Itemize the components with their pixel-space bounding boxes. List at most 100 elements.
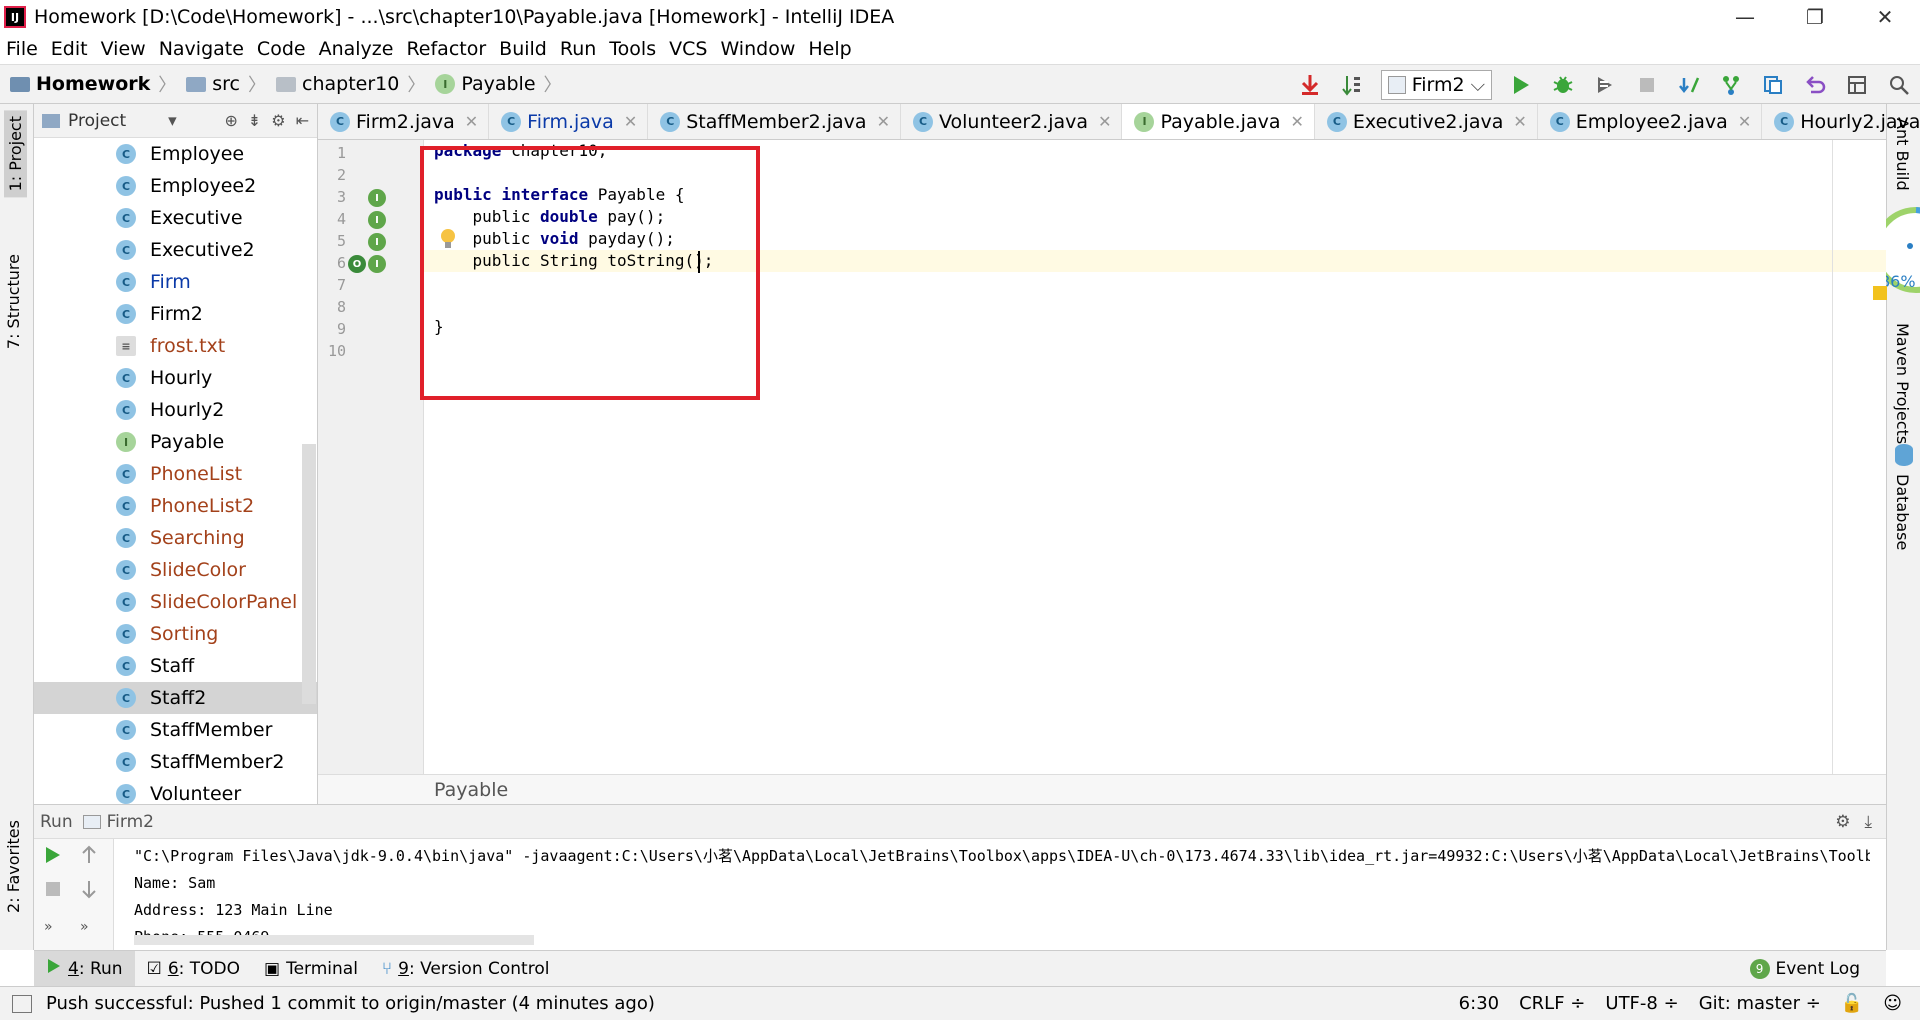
project-scrollbar[interactable] [302, 444, 316, 704]
project-panel-title[interactable]: Project [68, 111, 126, 131]
lock-icon[interactable]: 🔓 [1841, 993, 1863, 1014]
run-panel-config[interactable]: Firm2 [107, 812, 154, 832]
vcs-update-icon[interactable] [1671, 67, 1707, 103]
menu-build[interactable]: Build [499, 38, 547, 60]
rerun-icon[interactable] [44, 845, 62, 870]
tree-item[interactable]: C SlideColorPanel [34, 586, 317, 618]
tree-item[interactable]: C PhoneList [34, 458, 317, 490]
menu-edit[interactable]: Edit [51, 38, 88, 60]
menu-navigate[interactable]: Navigate [159, 38, 244, 60]
editor-tab[interactable]: CHourly2.java✕ [1762, 104, 1920, 139]
menu-code[interactable]: Code [257, 38, 306, 60]
tree-item[interactable]: C Employee2 [34, 170, 317, 202]
tool-tab-project[interactable]: 1: Project [4, 110, 27, 198]
tool-tab-database[interactable]: Database [1893, 474, 1912, 550]
menu-run[interactable]: Run [560, 38, 596, 60]
tool-tab-terminal[interactable]: ▣ Terminal [252, 951, 370, 987]
editor-tab[interactable]: C StaffMember2.java ✕ [648, 104, 901, 139]
tree-item[interactable]: C SlideColor [34, 554, 317, 586]
event-log-button[interactable]: 9 Event Log [1749, 958, 1860, 979]
more-icon[interactable]: » [44, 919, 53, 935]
close-button[interactable]: ✕ [1850, 0, 1920, 34]
implemented-marker-icon[interactable]: I [368, 189, 386, 207]
tree-item[interactable]: C Sorting [34, 618, 317, 650]
menu-refactor[interactable]: Refactor [406, 38, 486, 60]
coverage-icon[interactable] [1587, 67, 1623, 103]
project-structure-icon[interactable] [1839, 67, 1875, 103]
hide-panel-icon[interactable]: ⤓ [1864, 812, 1872, 832]
restore-button[interactable]: ❐ [1780, 0, 1850, 34]
gear-icon[interactable]: ⚙ [1835, 812, 1850, 832]
breadcrumb-package[interactable]: chapter10 〉 [276, 71, 425, 97]
tree-item[interactable]: C Hourly [34, 362, 317, 394]
scroll-down-icon[interactable] [80, 879, 98, 904]
update-project-icon[interactable] [1292, 67, 1328, 103]
tree-item[interactable]: ≡ frost.txt [34, 330, 317, 362]
implemented-marker-icon[interactable]: I [368, 211, 386, 229]
file-encoding[interactable]: UTF-8 ÷ [1605, 993, 1678, 1014]
revert-icon[interactable] [1797, 67, 1833, 103]
search-icon[interactable] [1881, 67, 1917, 103]
breadcrumb-src[interactable]: src 〉 [186, 71, 266, 97]
editor-tab[interactable]: I Payable.java ✕ [1122, 104, 1315, 139]
tree-item[interactable]: C Staff [34, 650, 317, 682]
tree-item[interactable]: C Executive2 [34, 234, 317, 266]
menu-analyze[interactable]: Analyze [319, 38, 394, 60]
collapse-all-icon[interactable]: ⇟ [248, 111, 261, 130]
tree-item[interactable]: C Firm [34, 266, 317, 298]
implemented-marker-icon[interactable]: I [368, 255, 386, 273]
line-separator[interactable]: CRLF ÷ [1519, 993, 1585, 1014]
stop-icon[interactable] [1629, 67, 1665, 103]
warning-marker[interactable] [1873, 286, 1887, 300]
git-branch[interactable]: Git: master ÷ [1699, 993, 1821, 1014]
tool-tab-todo[interactable]: ☑ 6: TODO [135, 951, 252, 987]
editor-tab[interactable]: C Firm2.java ✕ [318, 104, 490, 139]
gear-icon[interactable]: ⚙ [271, 111, 285, 130]
tool-tab-run[interactable]: 4: Run [34, 950, 135, 987]
tree-item[interactable]: C Executive [34, 202, 317, 234]
override-marker-icon[interactable]: O [348, 255, 366, 273]
editor-tab[interactable]: C Executive2.java ✕ [1315, 104, 1538, 139]
console-hscrollbar[interactable] [134, 935, 534, 945]
tool-tab-structure[interactable]: 7: Structure [4, 254, 23, 349]
menu-file[interactable]: File [6, 38, 38, 60]
menu-tools[interactable]: Tools [609, 38, 656, 60]
hide-panel-icon[interactable]: ⇤ [296, 111, 309, 130]
close-tab-icon[interactable]: ✕ [624, 112, 637, 131]
editor-tab[interactable]: C Employee2.java ✕ [1538, 104, 1763, 139]
implemented-marker-icon[interactable]: I [368, 233, 386, 251]
close-tab-icon[interactable]: ✕ [1513, 112, 1526, 131]
caret-position[interactable]: 6:30 [1459, 993, 1499, 1014]
locate-icon[interactable]: ⊕ [224, 111, 237, 130]
breadcrumb-project[interactable]: Homework 〉 [10, 71, 176, 97]
menu-window[interactable]: Window [720, 38, 795, 60]
tool-tab-maven-projects[interactable]: Maven Projects [1893, 294, 1912, 444]
menu-help[interactable]: Help [808, 38, 851, 60]
code-editor[interactable]: 1 2 3 4 5 6 7 8 9 10 I I I I O package chapter10; publi… [318, 140, 1887, 804]
tree-item[interactable]: C Searching [34, 522, 317, 554]
toggle-tool-buttons-icon[interactable] [12, 994, 32, 1013]
editor-tab[interactable]: C Volunteer2.java ✕ [901, 104, 1123, 139]
vcs-compare-icon[interactable] [1755, 67, 1791, 103]
run-icon[interactable] [1503, 67, 1539, 103]
tree-item[interactable]: C Firm2 [34, 298, 317, 330]
stop-icon[interactable] [44, 879, 62, 903]
chevron-down-icon[interactable]: ▾ [168, 111, 177, 131]
menu-view[interactable]: View [101, 38, 146, 60]
scroll-up-icon[interactable] [80, 845, 98, 870]
vcs-commit-icon[interactable] [1713, 67, 1749, 103]
debug-icon[interactable] [1545, 67, 1581, 103]
close-tab-icon[interactable]: ✕ [1738, 112, 1751, 131]
status-message[interactable]: Push successful: Pushed 1 commit to orig… [46, 993, 655, 1014]
tree-item[interactable]: I Payable [34, 426, 317, 458]
run-configuration-select[interactable]: Firm2 ⌵ [1380, 70, 1492, 100]
tree-item[interactable]: C StaffMember [34, 714, 317, 746]
breadcrumb-file[interactable]: I Payable 〉 [435, 71, 562, 97]
tree-item[interactable]: C Hourly2 [34, 394, 317, 426]
inspector-icon[interactable]: ☺ [1883, 993, 1902, 1014]
minimize-button[interactable]: — [1710, 0, 1780, 34]
tree-item[interactable]: C Volunteer [34, 778, 317, 804]
tree-item[interactable]: C PhoneList2 [34, 490, 317, 522]
more-icon[interactable]: » [80, 919, 89, 935]
close-tab-icon[interactable]: ✕ [1291, 112, 1304, 131]
